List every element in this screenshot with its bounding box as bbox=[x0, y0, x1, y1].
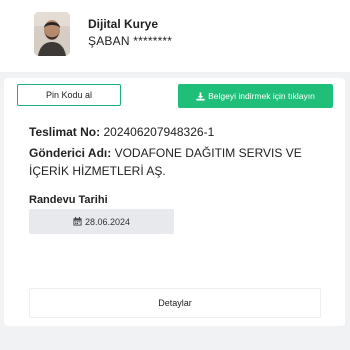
courier-name: ŞABAN ******** bbox=[88, 34, 173, 48]
courier-photo bbox=[34, 12, 70, 56]
tracking-number-label: Teslimat No: bbox=[29, 125, 101, 139]
sender-label: Gönderici Adı: bbox=[29, 146, 112, 160]
courier-title: Dijital Kurye bbox=[88, 17, 159, 31]
appointment-label: Randevu Tarihi bbox=[29, 194, 108, 206]
appointment-date: 28.06.2024 bbox=[84, 216, 131, 227]
sender-row: Gönderici Adı: VODAFONE DAĞITIM SERVIS V… bbox=[29, 144, 319, 180]
tracking-number-value: 202406207948326-1 bbox=[103, 125, 215, 139]
pin-code-button[interactable]: Pin Kodu al bbox=[17, 84, 121, 106]
calendar-icon bbox=[73, 217, 82, 226]
download-document-button[interactable]: Belgeyi indirmek için tıklayın bbox=[178, 84, 333, 108]
tracking-number-row: Teslimat No: 202406207948326-1 bbox=[29, 123, 214, 141]
courier-card: Dijital Kurye ŞABAN ******** bbox=[0, 0, 350, 72]
download-icon bbox=[196, 91, 205, 101]
delivery-card: Pin Kodu al Belgeyi indirmek için tıklay… bbox=[4, 78, 345, 326]
download-label: Belgeyi indirmek için tıklayın bbox=[208, 91, 315, 101]
avatar bbox=[34, 12, 70, 56]
details-button[interactable]: Detaylar bbox=[29, 288, 321, 318]
appointment-date-chip: 28.06.2024 bbox=[29, 209, 174, 234]
